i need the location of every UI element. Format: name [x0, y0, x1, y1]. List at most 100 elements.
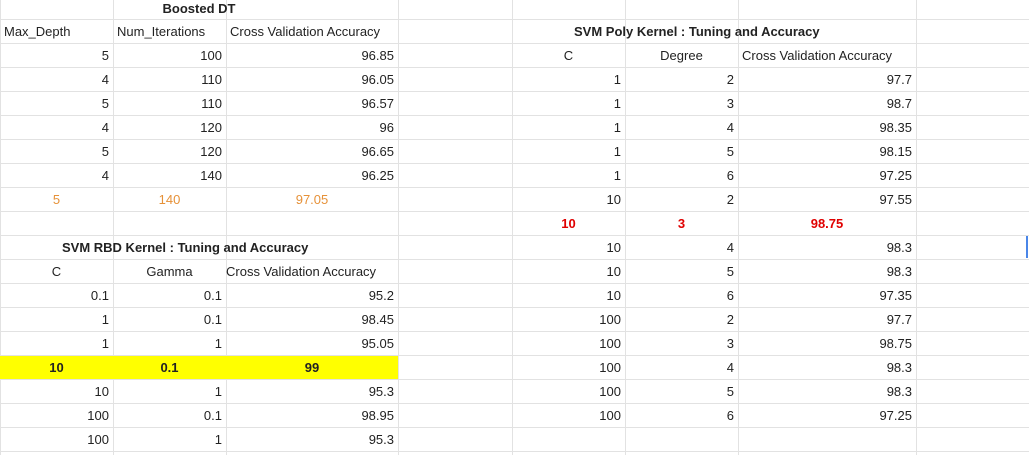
table-cell[interactable]: 98.75 — [738, 332, 916, 355]
table-cell[interactable]: 4 — [625, 116, 738, 139]
table-cell[interactable]: 100 — [512, 332, 625, 355]
table-cell[interactable]: 5 — [625, 260, 738, 283]
table-cell[interactable]: 1 — [512, 116, 625, 139]
boosted-dt-title: Boosted DT — [162, 1, 236, 16]
table-cell[interactable]: 10 — [0, 380, 113, 403]
table-cell[interactable]: 97.25 — [738, 404, 916, 427]
active-cell-marker — [1026, 236, 1028, 258]
table-cell[interactable]: 97.55 — [738, 188, 916, 211]
header-c[interactable]: C — [512, 44, 625, 67]
table-cell[interactable]: 2 — [625, 308, 738, 331]
table-cell[interactable]: 10 — [512, 236, 625, 259]
table-cell[interactable]: 5 — [0, 92, 113, 115]
table-cell[interactable]: 0.1 — [113, 308, 226, 331]
table-cell[interactable]: 100 — [0, 428, 113, 451]
best-row-cell[interactable]: 3 — [625, 212, 738, 235]
table-cell[interactable]: 5 — [0, 140, 113, 163]
table-cell[interactable]: 120 — [113, 140, 226, 163]
table-cell[interactable]: 96.05 — [226, 68, 398, 91]
table-cell[interactable]: 1 — [512, 92, 625, 115]
table-cell[interactable]: 98.3 — [738, 260, 916, 283]
table-cell[interactable]: 100 — [512, 380, 625, 403]
table-cell[interactable]: 100 — [512, 404, 625, 427]
header-cv-accuracy[interactable]: Cross Validation Accuracy — [222, 260, 398, 283]
table-cell[interactable]: 97.35 — [738, 284, 916, 307]
table-cell[interactable]: 98.7 — [738, 92, 916, 115]
table-cell[interactable]: 97.7 — [738, 68, 916, 91]
best-row-cell[interactable]: 0.1 — [113, 356, 226, 379]
best-row-cell[interactable]: 98.75 — [738, 212, 916, 235]
table-cell[interactable]: 1 — [512, 68, 625, 91]
table-cell[interactable]: 140 — [113, 164, 226, 187]
table-cell[interactable]: 96.65 — [226, 140, 398, 163]
table-cell[interactable]: 5 — [0, 44, 113, 67]
table-cell[interactable]: 96.25 — [226, 164, 398, 187]
table-cell[interactable]: 95.05 — [226, 332, 398, 355]
best-row-cell[interactable]: 10 — [0, 356, 113, 379]
table-cell[interactable]: 98.35 — [738, 116, 916, 139]
table-cell[interactable]: 98.15 — [738, 140, 916, 163]
table-cell[interactable]: 1 — [113, 332, 226, 355]
table-cell[interactable]: 110 — [113, 68, 226, 91]
best-row-cell[interactable]: 5 — [0, 188, 113, 211]
table-cell[interactable]: 98.95 — [226, 404, 398, 427]
table-cell[interactable]: 97.25 — [738, 164, 916, 187]
table-cell[interactable]: 1 — [512, 164, 625, 187]
table-cell[interactable]: 6 — [625, 404, 738, 427]
table-cell[interactable]: 98.45 — [226, 308, 398, 331]
table-cell[interactable]: 0.1 — [0, 284, 113, 307]
table-cell[interactable]: 1 — [113, 428, 226, 451]
best-row-cell[interactable]: 10 — [512, 212, 625, 235]
table-cell[interactable]: 2 — [625, 68, 738, 91]
table-cell[interactable]: 120 — [113, 116, 226, 139]
table-cell[interactable]: 100 — [512, 356, 625, 379]
table-cell[interactable]: 95.2 — [226, 284, 398, 307]
table-cell[interactable]: 5 — [625, 140, 738, 163]
table-cell[interactable]: 3 — [625, 332, 738, 355]
header-c[interactable]: C — [0, 260, 113, 283]
table-cell[interactable]: 6 — [625, 164, 738, 187]
table-cell[interactable]: 95.3 — [226, 380, 398, 403]
header-num-iterations[interactable]: Num_Iterations — [113, 20, 226, 43]
table-cell[interactable]: 100 — [113, 44, 226, 67]
header-gamma[interactable]: Gamma — [113, 260, 226, 283]
table-cell[interactable]: 97.7 — [738, 308, 916, 331]
header-cv-accuracy[interactable]: Cross Validation Accuracy — [738, 44, 916, 67]
header-cv-accuracy[interactable]: Cross Validation Accuracy — [226, 20, 398, 43]
table-cell[interactable]: 0.1 — [113, 404, 226, 427]
table-cell[interactable]: 98.3 — [738, 236, 916, 259]
table-cell[interactable]: 10 — [512, 260, 625, 283]
header-max-depth[interactable]: Max_Depth — [0, 20, 113, 43]
table-cell[interactable]: 2 — [625, 188, 738, 211]
table-cell[interactable]: 1 — [0, 332, 113, 355]
table-cell[interactable]: 3 — [625, 92, 738, 115]
table-cell[interactable]: 1 — [512, 140, 625, 163]
table-cell[interactable]: 4 — [0, 116, 113, 139]
best-row-cell[interactable]: 140 — [113, 188, 226, 211]
table-cell[interactable]: 4 — [0, 68, 113, 91]
table-cell[interactable]: 1 — [0, 308, 113, 331]
table-cell[interactable]: 110 — [113, 92, 226, 115]
table-cell[interactable]: 4 — [625, 356, 738, 379]
best-row-cell[interactable]: 99 — [226, 356, 398, 379]
table-cell[interactable]: 6 — [625, 284, 738, 307]
table-cell[interactable]: 0.1 — [113, 284, 226, 307]
header-degree[interactable]: Degree — [625, 44, 738, 67]
table-cell[interactable]: 96.57 — [226, 92, 398, 115]
table-cell[interactable]: 1 — [113, 380, 226, 403]
table-cell[interactable]: 10 — [512, 188, 625, 211]
table-cell[interactable]: 5 — [625, 380, 738, 403]
table-cell[interactable]: 96.85 — [226, 44, 398, 67]
row-divider — [0, 451, 1029, 452]
table-cell[interactable]: 100 — [0, 404, 113, 427]
table-cell[interactable]: 95.3 — [226, 428, 398, 451]
table-cell[interactable]: 100 — [512, 308, 625, 331]
table-cell[interactable]: 98.3 — [738, 356, 916, 379]
best-row-cell[interactable]: 97.05 — [226, 188, 398, 211]
column-divider — [398, 0, 399, 455]
table-cell[interactable]: 10 — [512, 284, 625, 307]
table-cell[interactable]: 98.3 — [738, 380, 916, 403]
table-cell[interactable]: 4 — [0, 164, 113, 187]
table-cell[interactable]: 96 — [226, 116, 398, 139]
table-cell[interactable]: 4 — [625, 236, 738, 259]
